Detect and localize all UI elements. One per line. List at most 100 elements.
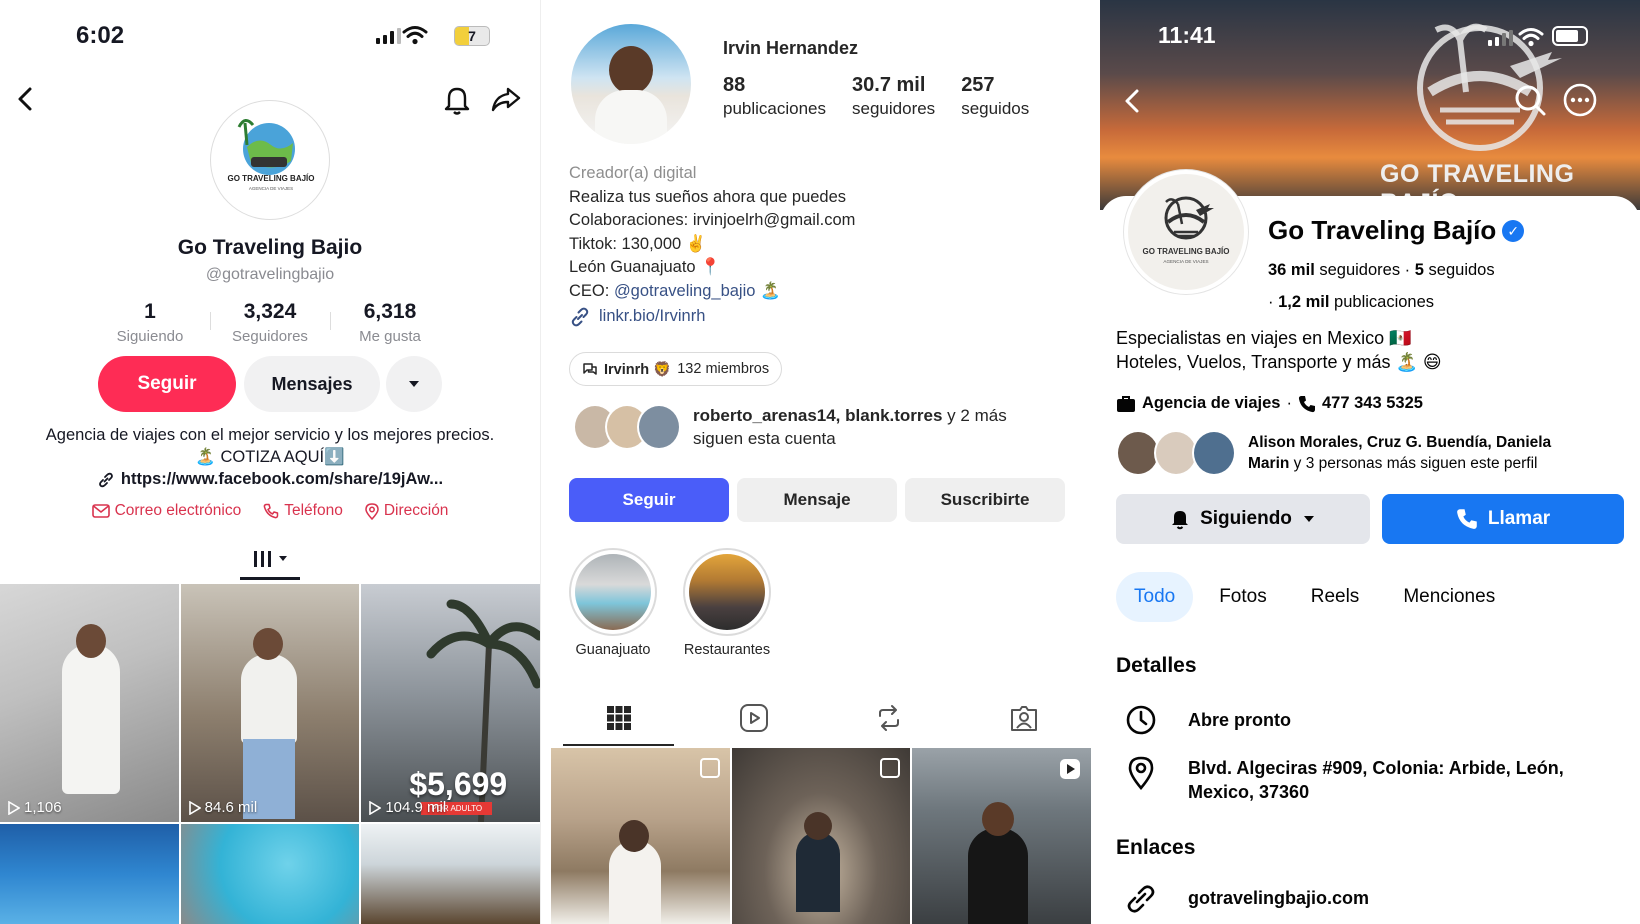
stat-value: 257 — [961, 74, 995, 96]
page-phone[interactable]: 477 343 5325 — [1322, 394, 1423, 413]
video-thumbnail[interactable] — [0, 824, 179, 924]
messages-button[interactable]: Mensajes — [244, 356, 380, 412]
avatar[interactable]: GO TRAVELING BAJÍO AGENCIA DE VIAJES — [1124, 170, 1248, 294]
follow-button[interactable]: Seguir — [569, 478, 729, 522]
phone-contact-button[interactable]: Teléfono — [263, 502, 343, 520]
highlight-label: Restaurantes — [683, 642, 771, 658]
more-options-button[interactable] — [386, 356, 442, 412]
stat-value: 3,324 — [243, 300, 297, 323]
posts-count-line: · 1,2 mil publicaciones — [1268, 293, 1435, 311]
post-thumbnail[interactable] — [912, 748, 1091, 924]
tab-all[interactable]: Todo — [1116, 572, 1194, 622]
following-button[interactable]: Siguiendo — [1116, 494, 1370, 544]
mutual-avatars — [1116, 430, 1240, 476]
profile-meta: 36 mil seguidores · 5 seguidos · 1,2 mil… — [1268, 254, 1495, 318]
profile-link[interactable]: https://www.facebook.com/share/19jAw... — [0, 470, 540, 489]
followed-by-more: y 2 más — [942, 406, 1007, 425]
link-icon — [571, 307, 589, 327]
tab-posts[interactable] — [551, 690, 686, 746]
video-thumbnail[interactable] — [180, 824, 360, 924]
share-icon[interactable] — [490, 84, 522, 114]
search-icon[interactable] — [1512, 82, 1548, 118]
mail-icon — [91, 504, 110, 518]
hours-row: Abre pronto — [1124, 704, 1291, 736]
video-views-count: 1,106 — [24, 799, 62, 816]
location-pin-icon — [1128, 756, 1154, 790]
address-row[interactable]: Blvd. Algeciras #909, Colonia: Arbide, L… — [1124, 756, 1614, 804]
followed-by[interactable]: roberto_arenas14, blank.torres y 2 más s… — [573, 404, 1007, 450]
avatar[interactable]: GO TRAVELING BAJÍO AGENCIA DE VIAJES — [210, 100, 330, 220]
following-button-label: Siguiendo — [1200, 508, 1292, 529]
grid-lines-icon — [254, 550, 271, 567]
back-icon[interactable] — [1122, 86, 1144, 116]
battery-icon — [1552, 26, 1588, 46]
stat-posts[interactable]: 88 publicaciones — [723, 74, 826, 119]
avatar-body — [595, 90, 667, 144]
tab-photos[interactable]: Fotos — [1201, 572, 1285, 622]
stat-likes[interactable]: 6,318 Me gusta — [330, 300, 450, 345]
profile-bio: Creador(a) digital Realiza tus sueños ah… — [569, 162, 855, 329]
video-views: 1,106 — [8, 799, 62, 816]
price-overlay: $5,699 — [409, 766, 508, 802]
video-thumbnail[interactable] — [361, 824, 540, 924]
tab-reels[interactable] — [686, 690, 821, 746]
avatar[interactable] — [571, 24, 691, 144]
follow-button[interactable]: Seguir — [98, 356, 236, 412]
video-thumbnail[interactable]: 84.6 mil — [180, 584, 360, 822]
stat-following[interactable]: 257 seguidos — [961, 74, 1029, 119]
details-heading: Detalles — [1116, 654, 1197, 677]
tab-tagged[interactable] — [956, 690, 1091, 746]
post-thumbnail[interactable] — [731, 748, 911, 924]
page-info: Agencia de viajes · 477 343 5325 — [1116, 394, 1423, 413]
verified-badge-icon: ✓ — [1502, 219, 1525, 242]
stat-followers[interactable]: 3,324 Seguidores — [210, 300, 330, 345]
bio-line: León Guanajuato 📍 — [569, 258, 721, 276]
phone-icon — [1298, 395, 1315, 412]
video-thumbnail[interactable]: 1,106 — [0, 584, 179, 822]
post-thumbnail[interactable] — [551, 748, 730, 924]
person-head — [803, 812, 832, 840]
tab-mentions[interactable]: Menciones — [1385, 572, 1513, 622]
more-options-icon[interactable] — [1562, 82, 1598, 118]
mutual-tail: y 3 personas más siguen este perfil — [1289, 455, 1538, 472]
video-views: 104.9 mil — [369, 799, 446, 816]
mutual-followers[interactable]: Alison Morales, Cruz G. Buendía, Daniela… — [1116, 430, 1588, 476]
stat-label: Siguiendo — [116, 328, 184, 345]
signal-icon — [1488, 30, 1513, 46]
profile-link[interactable]: linkr.bio/Irvinrh — [569, 305, 855, 329]
followed-by-text: roberto_arenas14, blank.torres y 2 más s… — [693, 404, 1007, 450]
highlight-restaurantes[interactable]: Restaurantes — [683, 548, 771, 658]
follow-counts: 36 mil seguidores · 5 seguidos — [1268, 261, 1495, 279]
address-contact-button[interactable]: Dirección — [365, 502, 448, 520]
hours-text: Abre pronto — [1188, 710, 1291, 730]
tab-reposts[interactable] — [821, 690, 956, 746]
call-button[interactable]: Llamar — [1382, 494, 1624, 544]
profile-stats: 88 publicaciones 30.7 mil seguidores 257 se… — [723, 74, 1029, 119]
subscribe-button[interactable]: Suscribirte — [905, 478, 1065, 522]
website-row[interactable]: gotravelingbajio.com — [1124, 884, 1369, 914]
message-button[interactable]: Mensaje — [737, 478, 897, 522]
profile-handle: @gotravelingbajio — [205, 266, 335, 283]
stat-followers[interactable]: 30.7 mil seguidores — [852, 74, 935, 119]
email-contact-button[interactable]: Correo electrónico — [91, 502, 241, 520]
bell-icon[interactable] — [442, 84, 472, 116]
svg-text:AGENCIA DE VIAJES: AGENCIA DE VIAJES — [249, 186, 293, 191]
follower-avatar — [637, 404, 681, 450]
video-views: 84.6 mil — [188, 799, 258, 816]
stat-value: 1 — [144, 300, 156, 323]
highlight-guanajuato[interactable]: Guanajuato — [569, 548, 657, 658]
broadcast-channel-chip[interactable]: Irvinrh 🦁 132 miembros — [569, 352, 783, 386]
battery-icon: 7 — [454, 26, 490, 46]
back-icon[interactable] — [14, 84, 38, 114]
highlight-cover — [569, 548, 657, 636]
video-views-count: 84.6 mil — [204, 799, 258, 816]
stat-label: seguidos — [961, 99, 1030, 118]
ceo-mention-link[interactable]: @gotraveling_bajio — [614, 282, 756, 300]
person-figure — [795, 832, 840, 912]
tab-videos[interactable] — [240, 540, 300, 580]
video-thumbnail[interactable]: $5,699 POR ADULTO 104.9 mil — [361, 584, 540, 822]
facebook-profile-panel: 11:41 GO TRAVELING BAJÍO GO TRAVELING BA… — [1100, 0, 1640, 924]
tab-reels[interactable]: Reels — [1293, 572, 1378, 622]
stat-following[interactable]: 1 Siguiendo — [90, 300, 210, 345]
avatar-head — [609, 46, 653, 94]
